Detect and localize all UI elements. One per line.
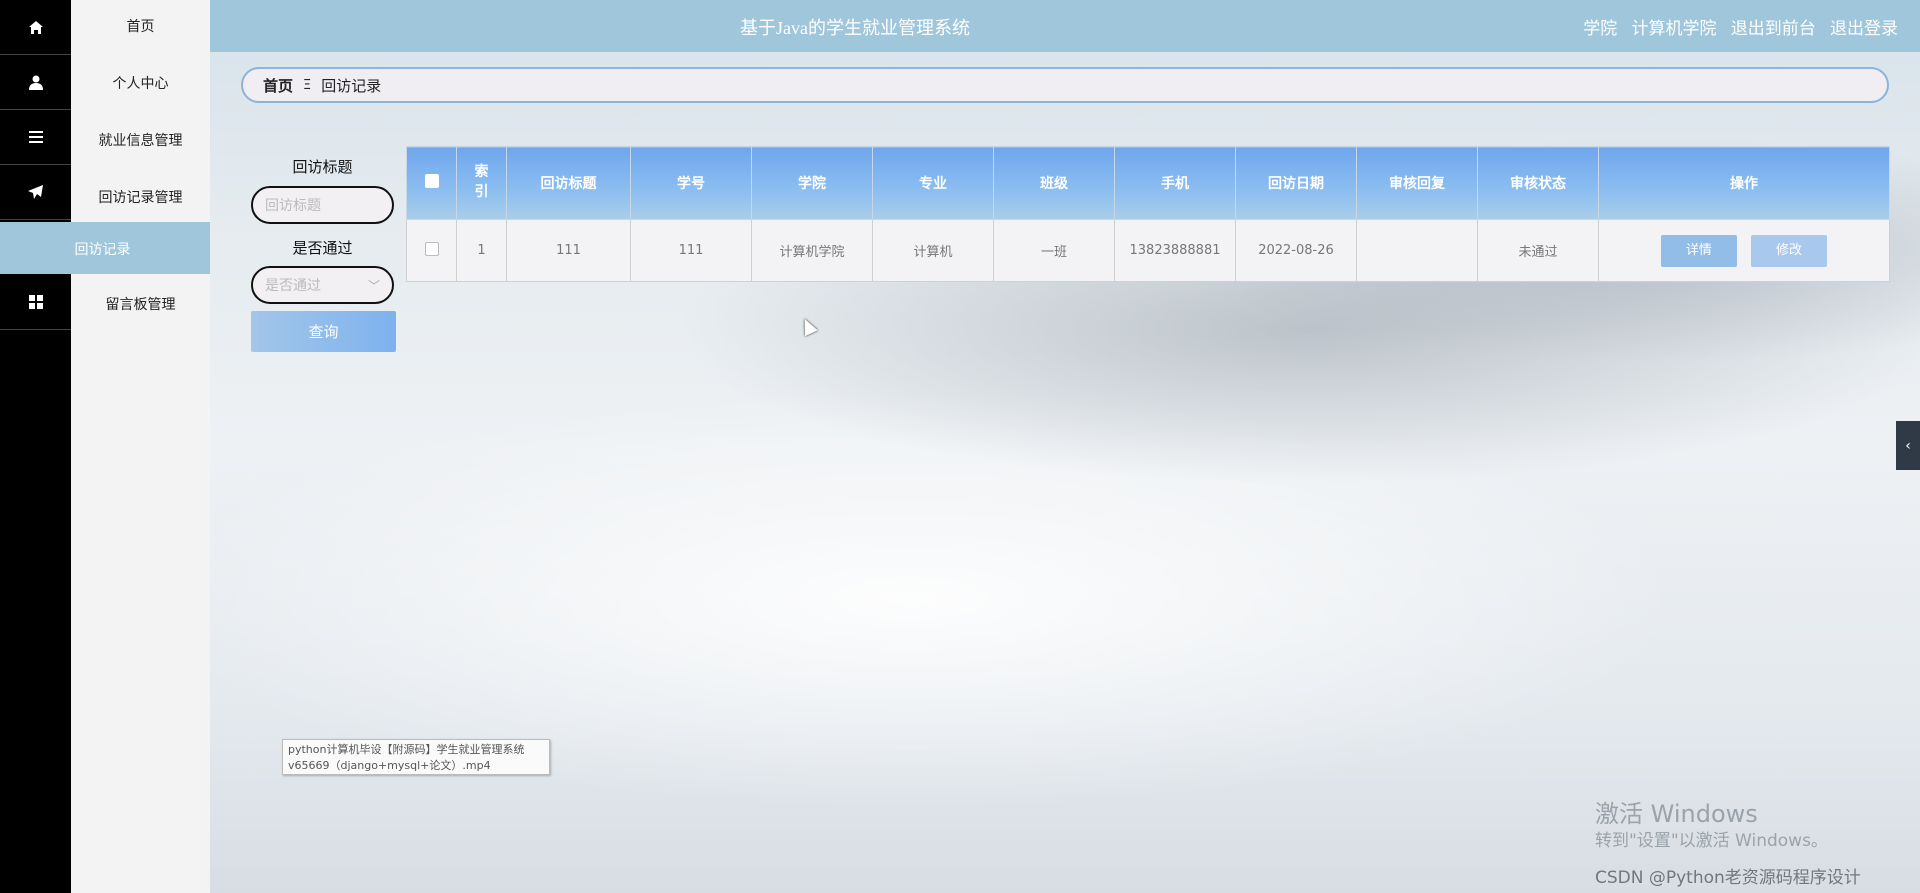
column-header: 操作 [1598,146,1890,220]
header-links: 学院 计算机学院 退出到前台 退出登录 [1573,14,1898,39]
cell-actions: 详情 修改 [1598,219,1890,282]
sidebar-menu: 首页 个人中心 就业信息管理 回访记录管理 留言板管理 [71,0,210,893]
tooltip-line-1: python计算机毕设【附源码】学生就业管理系统 [288,743,525,756]
list-icon[interactable] [0,110,71,165]
column-header: 学号 [630,146,752,220]
send-icon[interactable] [0,165,71,220]
cell-title: 111 [506,219,631,282]
title-search-placeholder: 回访标题 [265,198,321,214]
sidebar-item-profile[interactable]: 个人中心 [71,73,210,93]
pass-select-label: 是否通过 [292,239,353,257]
column-header: 班级 [993,146,1115,220]
column-header: 手机 [1114,146,1236,220]
cell-status: 未通过 [1477,219,1599,282]
chevron-left-icon[interactable]: ‹ [1896,421,1920,470]
table-header-row: 索引 回访标题 学号 学院 专业 班级 手机 回访日期 审核回复 审核状态 操作 [406,146,1890,220]
sidebar-icon-bar [0,0,71,893]
sidebar-item-visit-records[interactable]: 回访记录 [0,222,210,274]
sidebar-item-label: 回访记录 [74,242,131,258]
csdn-watermark: CSDN @Python老资源码程序设计 [1595,868,1861,888]
title-search-input[interactable]: 回访标题 [251,186,394,224]
title-search-label: 回访标题 [292,158,353,176]
cell-reply [1356,219,1478,282]
breadcrumb: 首页 Ξ 回访记录 [241,67,1889,103]
cell-student-no: 111 [630,219,752,282]
cell-phone: 13823888881 [1114,219,1236,282]
logout-link[interactable]: 退出登录 [1830,19,1898,38]
windows-activation-title: 激活 Windows [1595,800,1758,828]
video-tooltip: python计算机毕设【附源码】学生就业管理系统 v65669（django+m… [282,739,550,775]
query-button[interactable]: 查询 [251,311,396,352]
sidebar-item-message-board[interactable]: 留言板管理 [71,294,210,314]
row-checkbox[interactable] [424,241,439,256]
visit-records-table: 索引 回访标题 学号 学院 专业 班级 手机 回访日期 审核回复 审核状态 操作… [406,146,1890,282]
breadcrumb-separator-icon: Ξ [303,77,312,93]
select-all-cell[interactable] [406,146,457,220]
chevron-down-icon: ﹀ [367,278,380,293]
edit-button[interactable]: 修改 [1751,234,1828,267]
column-header: 回访日期 [1235,146,1357,220]
grid-icon[interactable] [0,275,71,330]
column-header: 审核状态 [1477,146,1599,220]
breadcrumb-home[interactable]: 首页 [263,75,293,96]
column-header: 回访标题 [506,146,631,220]
cell-major: 计算机 [872,219,994,282]
detail-button[interactable]: 详情 [1660,234,1737,267]
cell-date: 2022-08-26 [1235,219,1357,282]
sidebar-item-visit-management[interactable]: 回访记录管理 [71,187,210,207]
app-title: 基于Java的学生就业管理系统 [740,18,970,38]
cell-college: 计算机学院 [751,219,873,282]
column-header: 学院 [751,146,873,220]
header-college: 计算机学院 [1631,19,1717,38]
cell-index: 1 [456,219,507,282]
pass-select[interactable]: 是否通过 ﹀ [251,266,394,304]
top-header: 基于Java的学生就业管理系统 学院 计算机学院 退出到前台 退出登录 [210,0,1920,52]
back-to-front-link[interactable]: 退出到前台 [1731,19,1816,38]
select-all-checkbox[interactable] [424,173,439,188]
row-select-cell[interactable] [406,219,457,282]
column-header: 审核回复 [1356,146,1478,220]
header-role: 学院 [1583,19,1618,38]
user-icon[interactable] [0,55,71,110]
home-icon[interactable] [0,0,71,55]
breadcrumb-current: 回访记录 [321,76,382,95]
column-header: 专业 [872,146,994,220]
sidebar-item-employment[interactable]: 就业信息管理 [71,130,210,150]
tooltip-line-2: v65669（django+mysql+论文）.mp4 [288,759,491,772]
pass-select-placeholder: 是否通过 [265,278,321,294]
sidebar-item-home[interactable]: 首页 [71,16,210,36]
cell-class: 一班 [993,219,1115,282]
table-row: 1 111 111 计算机学院 计算机 一班 13823888881 2022-… [406,219,1890,282]
windows-activation-subtitle: 转到"设置"以激活 Windows。 [1595,831,1828,851]
column-header: 索引 [456,146,507,220]
